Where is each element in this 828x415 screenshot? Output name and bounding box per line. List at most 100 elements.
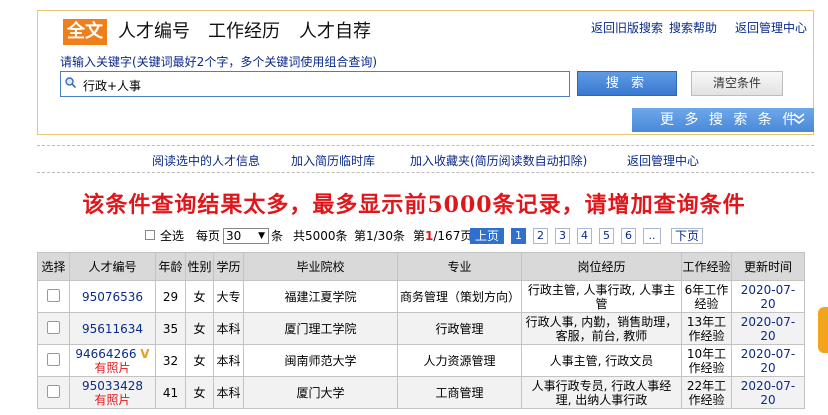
table-header-row: 选择 人才编号 年龄 性别 学历 毕业院校 专业 岗位经历 工作经验 更新时间 <box>37 252 805 281</box>
tab-fulltext[interactable]: 全文 <box>63 19 107 45</box>
action-bar: 阅读选中的人才信息 加入简历临时库 加入收藏夹(简历阅读数自动扣除) 返回管理中… <box>37 145 814 173</box>
row-checkbox[interactable] <box>47 320 60 334</box>
select-all-checkbox[interactable] <box>145 230 155 240</box>
table-row: 95076536 29 女 大专 福建江夏学院 商务管理（策划方向） 行政主管,… <box>37 280 805 313</box>
dropdown-arrow-icon: ▼ <box>258 231 265 241</box>
col-age: 年龄 <box>155 252 186 281</box>
has-photo-label[interactable]: 有照片 <box>72 393 153 407</box>
total-pages: /167页 <box>433 229 473 243</box>
page-button-5[interactable]: 5 <box>599 228 614 244</box>
gender-cell: 女 <box>185 280 214 313</box>
return-admin-link[interactable]: 返回管理中心 <box>627 152 699 169</box>
col-select: 选择 <box>37 252 70 281</box>
experience-cell: 行政主管, 人事行政, 人事主管 <box>521 280 682 313</box>
page-button-2[interactable]: 2 <box>533 228 548 244</box>
page-prefix: 第 <box>413 229 426 243</box>
col-experience: 岗位经历 <box>521 252 682 281</box>
col-updated: 更新时间 <box>731 252 805 281</box>
admin-center-link[interactable]: 返回管理中心 <box>735 21 807 35</box>
education-cell: 本科 <box>213 344 244 377</box>
page-button-more[interactable]: .. <box>643 228 661 244</box>
age-cell: 41 <box>155 376 186 409</box>
search-panel: 全文 人才编号 工作经历 人才自荐 返回旧版搜索 搜索帮助 返回管理中心 请输入关键… <box>37 10 814 135</box>
table-row: 94664266 V 有照片 32 女 本科 闽南师范大学 人力资源管理 人事主管… <box>37 344 805 377</box>
major-cell: 工商管理 <box>397 376 522 409</box>
age-cell: 32 <box>155 344 186 377</box>
per-page-value: 30 <box>226 229 242 243</box>
total-count: 共5000条 <box>293 229 348 243</box>
record-range: 第1/30条 <box>354 229 405 243</box>
more-search-label: 更 多 搜 索 条 件 <box>660 112 800 128</box>
col-school: 毕业院校 <box>243 252 398 281</box>
talent-id-link[interactable]: 94664266 <box>75 347 136 361</box>
results-table: 选择 人才编号 年龄 性别 学历 毕业院校 专业 岗位经历 工作经验 更新时间 … <box>37 252 805 409</box>
per-page-label: 每页 <box>196 229 221 243</box>
updated-date-link[interactable]: 2020-07-20 <box>741 315 795 343</box>
talent-id-link[interactable]: 95033428 <box>82 379 143 393</box>
clear-button[interactable]: 清空条件 <box>691 71 783 96</box>
education-cell: 本科 <box>213 312 244 345</box>
education-cell: 本科 <box>213 376 244 409</box>
prev-page-button[interactable]: 上页 <box>470 228 504 244</box>
updated-date-link[interactable]: 2020-07-20 <box>741 347 795 375</box>
tab-self-recommend[interactable]: 人才自荐 <box>299 19 371 45</box>
years-cell: 13年工作经验 <box>681 312 732 345</box>
per-page-unit: 条 <box>271 229 284 243</box>
experience-cell: 行政人事, 内勤，销售助理，客服，前台, 教师 <box>521 312 682 345</box>
talent-id-link[interactable]: 95611634 <box>82 322 143 336</box>
updated-date-link[interactable]: 2020-07-20 <box>741 283 795 311</box>
years-cell: 22年工作经验 <box>681 376 732 409</box>
gender-cell: 女 <box>185 344 214 377</box>
table-row: 95611634 35 女 本科 厦门理工学院 行政管理 行政人事, 内勤，销售… <box>37 312 805 345</box>
school-cell: 厦门大学 <box>243 376 398 409</box>
per-page-select[interactable]: 30 ▼ <box>223 228 269 244</box>
vip-badge: V <box>140 346 150 361</box>
page-indicator: 第1/167页 <box>413 227 472 245</box>
add-favorites-link[interactable]: 加入收藏夹(简历阅读数自动扣除) <box>410 152 587 169</box>
next-page-button[interactable]: 下页 <box>671 228 703 244</box>
tab-work-history[interactable]: 工作经历 <box>208 19 280 45</box>
more-search-button[interactable]: 更 多 搜 索 条 件 <box>632 108 814 132</box>
talent-id-link[interactable]: 95076536 <box>82 290 143 304</box>
read-selected-link[interactable]: 阅读选中的人才信息 <box>152 152 260 169</box>
page-button-1[interactable]: 1 <box>511 228 526 244</box>
school-cell: 闽南师范大学 <box>243 344 398 377</box>
search-input[interactable] <box>81 74 565 96</box>
old-search-link[interactable]: 返回旧版搜索 <box>591 21 663 35</box>
tab-talent-id[interactable]: 人才编号 <box>118 19 190 45</box>
row-checkbox[interactable] <box>47 288 60 302</box>
updated-date-link[interactable]: 2020-07-20 <box>741 379 795 407</box>
row-checkbox[interactable] <box>47 384 60 398</box>
page-button-4[interactable]: 4 <box>577 228 592 244</box>
age-cell: 35 <box>155 312 186 345</box>
result-warning: 该条件查询结果太多，最多显示前5000条记录，请增加查询条件 <box>82 192 746 218</box>
col-education: 学历 <box>213 252 244 281</box>
search-button[interactable]: 搜 索 <box>577 71 677 96</box>
search-help-link[interactable]: 搜索帮助 <box>669 21 717 35</box>
col-gender: 性别 <box>185 252 214 281</box>
side-float-tab[interactable] <box>818 307 828 353</box>
gender-cell: 女 <box>185 376 214 409</box>
search-box[interactable] <box>60 71 570 97</box>
double-chevron-down-icon <box>793 113 805 125</box>
col-years: 工作经验 <box>681 252 732 281</box>
major-cell: 行政管理 <box>397 312 522 345</box>
years-cell: 10年工作经验 <box>681 344 732 377</box>
school-cell: 厦门理工学院 <box>243 312 398 345</box>
row-checkbox[interactable] <box>47 352 60 366</box>
add-temp-library-link[interactable]: 加入简历临时库 <box>291 152 375 169</box>
page-button-3[interactable]: 3 <box>555 228 570 244</box>
page-button-6[interactable]: 6 <box>621 228 636 244</box>
top-links: 返回旧版搜索 搜索帮助 返回管理中心 <box>585 19 807 36</box>
education-cell: 大专 <box>213 280 244 313</box>
experience-cell: 人事行政专员, 行政人事经理, 出纳人事行政 <box>521 376 682 409</box>
table-row: 95033428 有照片 41 女 本科 厦门大学 工商管理 人事行政专员, 行政… <box>37 376 805 409</box>
col-major: 专业 <box>397 252 522 281</box>
col-talent-id: 人才编号 <box>69 252 156 281</box>
school-cell: 福建江夏学院 <box>243 280 398 313</box>
search-hint: 请输入关键字(关键词最好2个字，多个关键词使用组合查询) <box>60 55 378 69</box>
gender-cell: 女 <box>185 312 214 345</box>
has-photo-label[interactable]: 有照片 <box>72 361 153 375</box>
experience-cell: 人事主管, 行政文员 <box>521 344 682 377</box>
major-cell: 人力资源管理 <box>397 344 522 377</box>
